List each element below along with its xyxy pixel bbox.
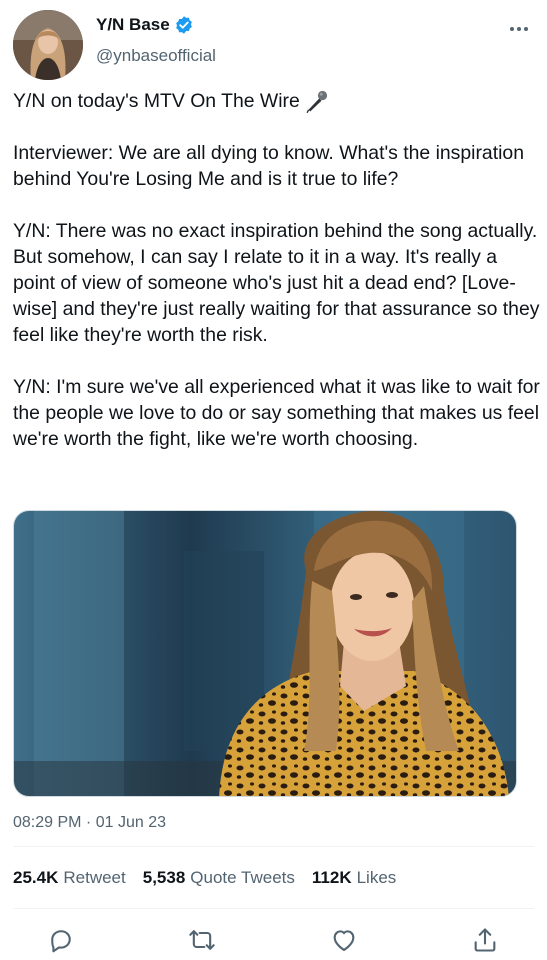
retweets-label: Retweet (63, 868, 126, 887)
more-options-icon[interactable] (505, 19, 533, 39)
tweet-paragraph-4: Y/N: I'm sure we've all experienced what… (13, 376, 540, 450)
tweet-media-image[interactable] (13, 510, 517, 797)
avatar[interactable] (13, 10, 83, 80)
verified-badge-icon (174, 15, 194, 35)
author-name-row: Y/N Base (96, 14, 194, 36)
tweet-text: Y/N on today's MTV On The Wire Interview… (13, 88, 541, 452)
microphone-icon (304, 88, 330, 114)
retweets-stat[interactable]: 25.4K Retweet (13, 866, 126, 890)
retweet-icon[interactable] (188, 926, 216, 954)
retweets-count: 25.4K (13, 868, 59, 887)
tweet-timestamp[interactable]: 08:29 PM · 01 Jun 23 (13, 812, 166, 834)
like-icon[interactable] (330, 926, 358, 954)
tweet-header: Y/N Base @ynbaseofficial (0, 0, 547, 86)
tweet-action-bar (0, 920, 547, 958)
author-handle[interactable]: @ynbaseofficial (96, 45, 216, 67)
quote-tweets-count: 5,538 (142, 868, 186, 887)
tweet-paragraph-3: Y/N: There was no exact inspiration behi… (13, 220, 540, 346)
divider (13, 908, 534, 909)
quote-tweets-stat[interactable]: 5,538 Quote Tweets (143, 866, 295, 890)
avatar-image (13, 10, 83, 80)
tweet-paragraph-2: Interviewer: We are all dying to know. W… (13, 142, 524, 190)
divider (13, 846, 534, 847)
interview-photo (14, 511, 516, 796)
display-name[interactable]: Y/N Base (96, 14, 170, 36)
likes-count: 112K (311, 868, 352, 887)
engagement-stats: 25.4K Retweet 5,538 Quote Tweets 112K Li… (13, 866, 413, 890)
tweet-paragraph-1: Y/N on today's MTV On The Wire (13, 90, 300, 112)
likes-stat[interactable]: 112K Likes (312, 866, 396, 890)
tweet-paragraph-title: Y/N on today's MTV On The Wire (13, 88, 541, 114)
quote-tweets-label: Quote Tweets (190, 868, 295, 887)
likes-label: Likes (356, 868, 397, 887)
reply-icon[interactable] (47, 926, 75, 954)
share-icon[interactable] (471, 926, 499, 954)
